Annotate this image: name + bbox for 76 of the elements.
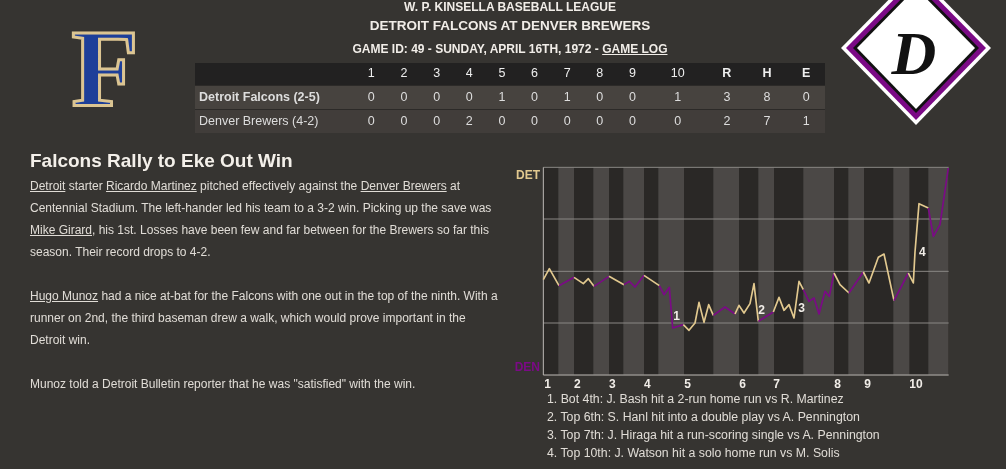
score-cell: 1 xyxy=(787,109,825,133)
article-paragraph: Munoz told a Detroit Bulletin reporter that he was "satisfied" with the win. xyxy=(30,375,417,393)
score-cell: 7 xyxy=(747,109,788,133)
score-cell: 2 xyxy=(452,109,486,133)
inning-label: 5 xyxy=(684,377,691,390)
article-paragraph: Detroit starter Ricardo Martinez pitched effectively against the Denver Brewers at Centennial Stadium. The left-hander led his team to a 3-2 win. Picking up the save was Mike Girard, his 1st. Losses have been few and far between for the Brewers so far this season. Their record drops to 4-2. xyxy=(30,177,493,261)
team-logo: F xyxy=(71,8,139,130)
score-cell: 1 xyxy=(485,85,519,109)
inning-label: 7 xyxy=(773,377,780,390)
article-link[interactable]: Ricardo Martinez xyxy=(106,178,197,193)
inning-label: 1 xyxy=(544,377,551,390)
score-cell: 0 xyxy=(355,109,388,133)
event-note: 4. Top 10th: J. Watson hit a solo home run vs M. Solis xyxy=(547,445,841,462)
team-logo: D xyxy=(840,0,991,125)
score-cell: 0 xyxy=(583,109,617,133)
event-marker: 1 xyxy=(673,308,680,323)
event-marker: 3 xyxy=(798,301,805,315)
score-cell: 8 xyxy=(747,85,788,109)
score-cell: 0 xyxy=(648,109,707,133)
score-cell: 0 xyxy=(550,109,584,133)
inning-label: 4 xyxy=(644,377,651,390)
article-link[interactable]: Mike Girard xyxy=(30,222,92,237)
event-marker: 4 xyxy=(919,245,926,259)
column-header: 3 xyxy=(420,63,453,85)
axis-label: DEN xyxy=(514,360,540,375)
column-header: 8 xyxy=(583,63,617,85)
score-cell: 0 xyxy=(420,109,453,133)
score-cell: 0 xyxy=(452,85,486,109)
team-name: Denver Brewers (4-2) xyxy=(195,109,355,133)
score-cell: 0 xyxy=(583,85,617,109)
game-log-link[interactable]: GAME LOG xyxy=(602,42,668,56)
game-title: DETROIT FALCONS AT DENVER BREWERS xyxy=(368,17,652,34)
score-cell: 0 xyxy=(485,109,519,133)
axis-label: DET xyxy=(516,167,540,182)
inning-label: 6 xyxy=(739,377,746,390)
event-marker: 2 xyxy=(758,302,765,317)
score-cell: 0 xyxy=(518,85,551,109)
inning-label: 8 xyxy=(834,377,841,390)
article-link[interactable]: Detroit xyxy=(30,178,66,193)
column-header: 4 xyxy=(452,63,486,85)
column-header: 10 xyxy=(648,63,707,85)
column-header: 1 xyxy=(355,63,388,85)
league-name: W. P. KINSELLA BASEBALL LEAGUE xyxy=(403,0,617,14)
event-note: 3. Top 7th: J. Hiraga hit a run-scoring single vs A. Pennington xyxy=(547,427,881,444)
column-header: 5 xyxy=(485,63,519,85)
score-cell: 0 xyxy=(355,85,388,109)
score-cell: 3 xyxy=(706,85,747,109)
inning-label: 9 xyxy=(864,377,871,390)
column-header: R xyxy=(706,63,747,85)
score-cell: 0 xyxy=(420,85,453,109)
column-header: 7 xyxy=(550,63,584,85)
game-info: GAME ID: 49 - SUNDAY, APRIL 16TH, 1972 - xyxy=(352,42,600,56)
score-cell: 0 xyxy=(616,85,649,109)
column-header: E xyxy=(787,63,825,85)
score-cell: 1 xyxy=(550,85,584,109)
inning-label: 2 xyxy=(574,377,581,390)
event-note: 1. Bot 4th: J. Bash hit a 2-run home run vs R. Martinez xyxy=(547,391,845,408)
column-header: 6 xyxy=(518,63,551,85)
score-cell: 0 xyxy=(787,85,825,109)
score-cell: 2 xyxy=(706,109,747,133)
score-cell: 0 xyxy=(518,109,551,133)
article-paragraph: Hugo Munoz had a nice at-bat for the Falcons with one out in the top of the ninth. With a runner on 2nd, the third baseman drew a walk, which would prove important in the Detroit win. xyxy=(30,287,499,349)
column-header: H xyxy=(747,63,788,85)
team-name: Detroit Falcons (2-5) xyxy=(195,85,355,109)
article-link[interactable]: Hugo Munoz xyxy=(30,288,99,303)
article-title: Falcons Rally to Eke Out Win xyxy=(30,150,294,173)
score-cell: 1 xyxy=(648,85,707,109)
inning-label: 10 xyxy=(909,377,923,390)
column-header: 2 xyxy=(387,63,421,85)
article-link[interactable]: Denver Brewers xyxy=(360,178,447,193)
inning-label: 3 xyxy=(609,377,616,390)
score-cell: 0 xyxy=(387,85,421,109)
column-header: 9 xyxy=(616,63,649,85)
score-cell: 0 xyxy=(387,109,421,133)
event-note: 2. Top 6th: S. Hanl hit into a double play vs A. Pennington xyxy=(547,409,861,426)
score-cell: 0 xyxy=(616,109,649,133)
